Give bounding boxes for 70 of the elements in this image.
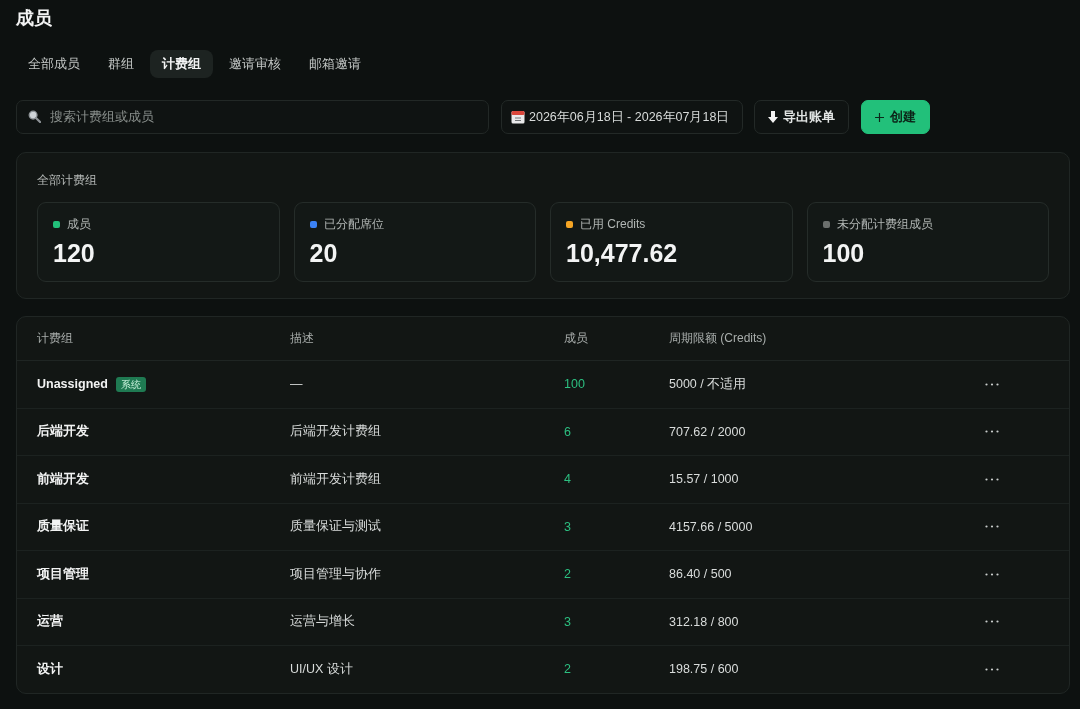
description-cell: 运营与增长	[290, 613, 355, 631]
description-cell: 前端开发计费组	[290, 470, 381, 488]
stat-value: 120	[53, 238, 95, 268]
stat-label: 已用 Credits	[580, 216, 646, 232]
more-button[interactable]	[985, 430, 999, 434]
member-count: 2	[564, 662, 571, 677]
more-icon	[985, 382, 999, 386]
description-cell: 后端开发计费组	[290, 423, 381, 441]
more-icon	[985, 525, 999, 529]
description-cell: —	[290, 377, 303, 392]
tab[interactable]: 邀请审核	[217, 50, 293, 78]
create-button[interactable]: 创建	[861, 100, 930, 134]
stat-value: 20	[309, 238, 338, 268]
date-range-button[interactable]: 2026年06月18日 - 2026年07月18日	[501, 100, 743, 134]
group-name: 项目管理	[37, 565, 89, 583]
more-button[interactable]	[985, 667, 999, 671]
description-cell: 质量保证与测试	[290, 518, 381, 536]
export-button[interactable]: 导出账单	[754, 100, 849, 134]
more-button[interactable]	[985, 572, 999, 576]
stat-label: 已分配席位	[323, 216, 384, 232]
tab[interactable]: 邮箱邀请	[297, 50, 373, 78]
search-field[interactable]: 搜索计费组或成员	[16, 100, 489, 134]
more-icon	[985, 477, 999, 481]
calendar-icon	[511, 110, 525, 124]
column-header: 描述	[290, 330, 314, 347]
column-header: 成员	[564, 330, 588, 347]
search-icon	[28, 110, 41, 123]
description-cell: UI/UX 设计	[290, 660, 353, 678]
stat-value: 10,477.62	[566, 238, 678, 268]
more-button[interactable]	[985, 620, 999, 624]
more-button[interactable]	[985, 477, 999, 481]
group-name: 后端开发	[37, 423, 89, 441]
limit-cell: 4157.66 / 5000	[669, 519, 753, 534]
member-count: 3	[564, 519, 571, 534]
more-icon	[985, 572, 999, 576]
limit-cell: 15.57 / 1000	[669, 472, 739, 487]
tab[interactable]: 群组	[96, 50, 146, 78]
column-header: 计费组	[37, 330, 73, 347]
group-name: 质量保证	[37, 518, 89, 536]
member-count: 4	[564, 472, 571, 487]
plus-icon	[875, 112, 884, 122]
stat-label: 未分配计费组成员	[836, 216, 933, 232]
group-name: 前端开发	[37, 470, 89, 488]
stat-label: 成员	[67, 216, 91, 232]
more-button[interactable]	[985, 525, 999, 529]
group-name: 运营	[37, 613, 63, 631]
system-tag: 系统	[115, 376, 146, 392]
more-icon	[985, 430, 999, 434]
column-header: 周期限额 (Credits)	[669, 330, 767, 347]
tab[interactable]: 全部成员	[16, 50, 92, 78]
limit-cell: 86.40 / 500	[669, 567, 732, 582]
stat-value: 100	[822, 238, 865, 268]
limit-cell: 707.62 / 2000	[669, 424, 746, 439]
more-icon	[985, 667, 999, 671]
more-icon	[985, 620, 999, 624]
more-button[interactable]	[985, 382, 999, 386]
limit-cell: 5000 / 不适用	[669, 375, 747, 393]
member-count: 2	[564, 567, 571, 582]
page-title: 成员	[16, 7, 52, 29]
group-name: 设计	[37, 660, 63, 678]
limit-cell: 198.75 / 600	[669, 662, 739, 677]
group-name: Unassigned	[37, 377, 108, 392]
description-cell: 项目管理与协作	[290, 565, 381, 583]
limit-cell: 312.18 / 800	[669, 614, 739, 629]
member-count: 100	[564, 377, 585, 392]
member-count: 6	[564, 424, 571, 439]
member-count: 3	[564, 614, 571, 629]
download-icon	[768, 111, 778, 123]
tab[interactable]: 计费组	[150, 50, 213, 78]
summary-title: 全部计费组	[37, 172, 97, 188]
